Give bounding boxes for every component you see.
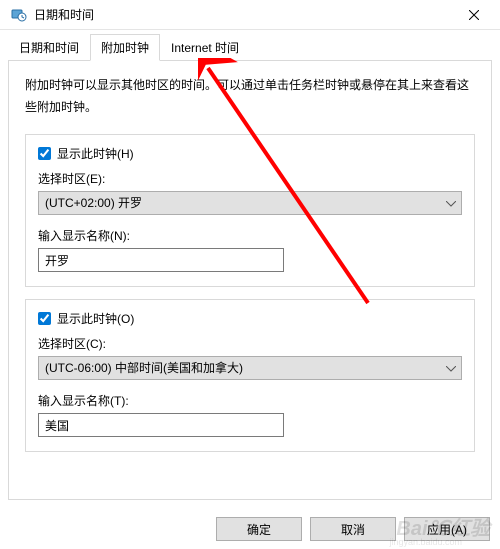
display-name-1-input[interactable] xyxy=(38,248,284,272)
timezone-1-select[interactable]: (UTC+02:00) 开罗 xyxy=(38,191,462,215)
timezone-2-select[interactable]: (UTC-06:00) 中部时间(美国和加拿大) xyxy=(38,356,462,380)
tab-internet-time[interactable]: Internet 时间 xyxy=(160,34,250,60)
tab-row: 日期和时间 附加时钟 Internet 时间 xyxy=(0,30,500,60)
show-clock-1-label: 显示此时钟(H) xyxy=(57,145,134,162)
show-clock-2-checkbox[interactable] xyxy=(38,312,51,325)
close-icon xyxy=(469,10,479,20)
description-text: 附加时钟可以显示其他时区的时间。可以通过单击任务栏时钟或悬停在其上来查看这些附加… xyxy=(25,75,475,118)
app-icon xyxy=(10,6,28,24)
clock-group-1: 显示此时钟(H) 选择时区(E): (UTC+02:00) 开罗 输入显示名称(… xyxy=(25,134,475,287)
ok-button[interactable]: 确定 xyxy=(216,517,302,541)
display-name-1-label: 输入显示名称(N): xyxy=(38,227,462,244)
timezone-1-select-wrap: (UTC+02:00) 开罗 xyxy=(38,191,462,215)
window-title: 日期和时间 xyxy=(34,6,452,23)
timezone-2-select-wrap: (UTC-06:00) 中部时间(美国和加拿大) xyxy=(38,356,462,380)
tab-additional-clocks[interactable]: 附加时钟 xyxy=(90,34,160,61)
titlebar: 日期和时间 xyxy=(0,0,500,30)
apply-button[interactable]: 应用(A) xyxy=(404,517,490,541)
dialog-button-row: 确定 取消 应用(A) xyxy=(216,517,490,541)
show-clock-2-label: 显示此时钟(O) xyxy=(57,310,134,327)
clock-group-2: 显示此时钟(O) 选择时区(C): (UTC-06:00) 中部时间(美国和加拿… xyxy=(25,299,475,452)
close-button[interactable] xyxy=(452,0,496,30)
show-clock-1-checkbox-row[interactable]: 显示此时钟(H) xyxy=(38,145,462,162)
show-clock-2-checkbox-row[interactable]: 显示此时钟(O) xyxy=(38,310,462,327)
display-name-2-label: 输入显示名称(T): xyxy=(38,392,462,409)
tab-datetime[interactable]: 日期和时间 xyxy=(8,34,90,60)
display-name-2-input[interactable] xyxy=(38,413,284,437)
tab-panel: 附加时钟可以显示其他时区的时间。可以通过单击任务栏时钟或悬停在其上来查看这些附加… xyxy=(8,60,492,500)
timezone-1-label: 选择时区(E): xyxy=(38,170,462,187)
timezone-2-label: 选择时区(C): xyxy=(38,335,462,352)
show-clock-1-checkbox[interactable] xyxy=(38,147,51,160)
cancel-button[interactable]: 取消 xyxy=(310,517,396,541)
